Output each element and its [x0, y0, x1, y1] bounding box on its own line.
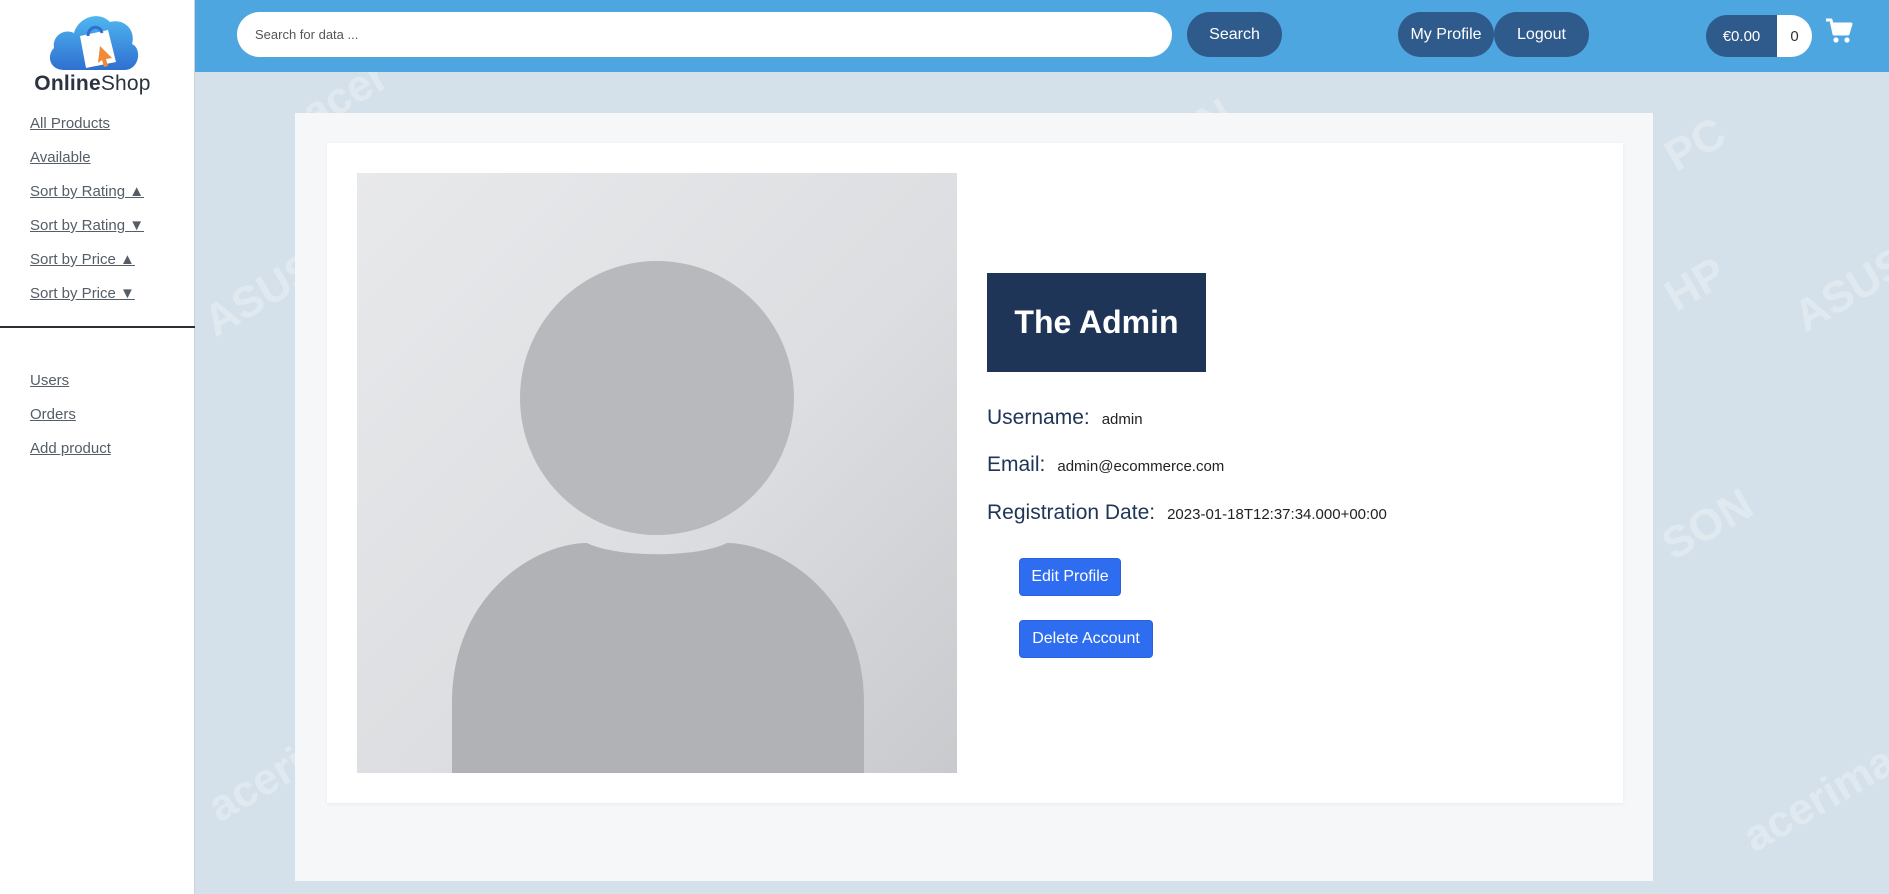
- shopping-cart-icon[interactable]: [1825, 18, 1853, 44]
- sidebar-divider: [0, 326, 195, 328]
- top-header: Search My Profile Logout €0.00 0: [195, 0, 1889, 72]
- watermark-text: SON: [1653, 479, 1761, 570]
- filter-available[interactable]: Available: [30, 149, 91, 166]
- watermark-text: ASUS: [1785, 237, 1889, 342]
- cart-count-badge: 0: [1777, 15, 1812, 57]
- cart-total: €0.00: [1706, 15, 1777, 57]
- cart-summary[interactable]: €0.00 0: [1706, 15, 1812, 57]
- admin-link-add-product[interactable]: Add product: [30, 440, 111, 457]
- main-panel: The Admin Username: admin Email: admin@e…: [295, 113, 1653, 881]
- filter-all-products[interactable]: All Products: [30, 115, 110, 132]
- logout-button[interactable]: Logout: [1494, 12, 1589, 57]
- username-label: Username:: [987, 406, 1090, 429]
- edit-profile-button[interactable]: Edit Profile: [1019, 558, 1121, 596]
- user-silhouette-icon: [452, 261, 864, 773]
- admin-link-users[interactable]: Users: [30, 372, 69, 389]
- my-profile-button[interactable]: My Profile: [1398, 12, 1494, 57]
- sort-price-desc[interactable]: Sort by Price ▼: [30, 285, 135, 302]
- registration-row: Registration Date: 2023-01-18T12:37:34.0…: [987, 501, 1387, 525]
- search-button[interactable]: Search: [1187, 12, 1282, 57]
- profile-name: The Admin: [987, 273, 1206, 372]
- email-label: Email:: [987, 453, 1046, 476]
- admin-link-orders[interactable]: Orders: [30, 406, 76, 423]
- sort-rating-desc[interactable]: Sort by Rating ▼: [30, 217, 144, 234]
- avatar: [357, 173, 957, 773]
- email-value: admin@ecommerce.com: [1057, 458, 1225, 475]
- watermark-text: HP: [1656, 248, 1735, 322]
- sidebar: OnlineShop All Products Available Sort b…: [0, 0, 195, 894]
- watermark-text: acerimar: [1734, 727, 1889, 862]
- logo-text: OnlineShop: [34, 72, 151, 95]
- sort-rating-asc[interactable]: Sort by Rating ▲: [30, 183, 144, 200]
- username-row: Username: admin: [987, 406, 1143, 430]
- profile-card: The Admin Username: admin Email: admin@e…: [327, 143, 1623, 803]
- delete-account-button[interactable]: Delete Account: [1019, 620, 1153, 658]
- cloud-shopping-bag-icon: [49, 16, 139, 70]
- watermark-text: PC: [1656, 108, 1735, 182]
- email-row: Email: admin@ecommerce.com: [987, 453, 1224, 477]
- logo[interactable]: OnlineShop: [30, 0, 155, 100]
- registration-value: 2023-01-18T12:37:34.000+00:00: [1167, 506, 1387, 523]
- registration-label: Registration Date:: [987, 501, 1156, 524]
- username-value: admin: [1101, 411, 1143, 428]
- sort-price-asc[interactable]: Sort by Price ▲: [30, 251, 135, 268]
- search-input[interactable]: [237, 12, 1172, 57]
